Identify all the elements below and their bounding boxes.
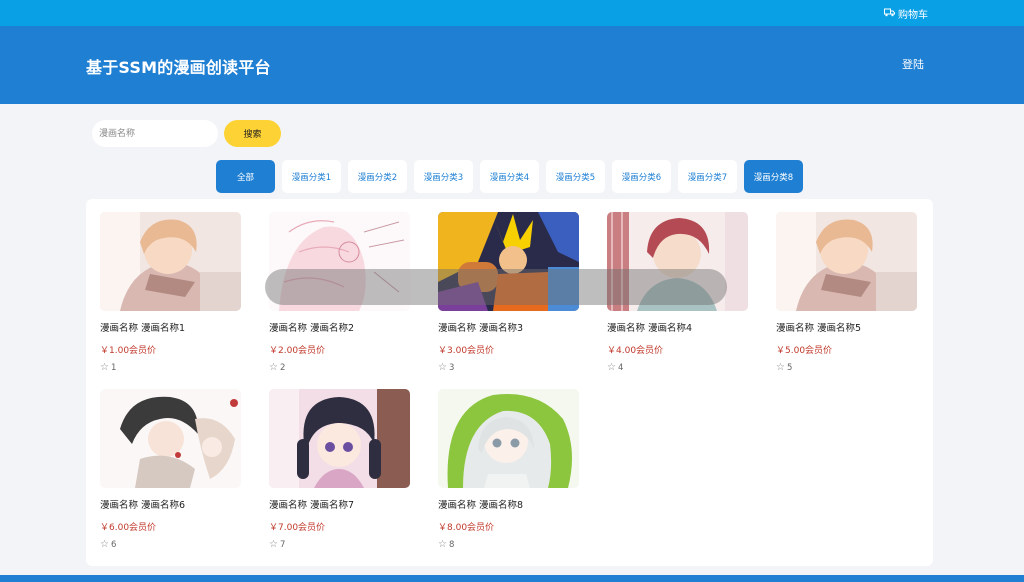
tab-category-7[interactable]: 漫画分类7: [678, 160, 737, 193]
favorite-number: 8: [448, 539, 455, 550]
comic-cover-image: [100, 389, 241, 488]
site-title: 基于SSM的漫画创读平台: [86, 58, 271, 77]
comic-name: 漫画名称 漫画名称3: [438, 323, 524, 334]
comic-name: 漫画名称 漫画名称2: [269, 323, 355, 334]
comic-card[interactable]: 漫画名称 漫画名称1 ￥1.00会员价 ☆ 1: [100, 212, 250, 373]
search-input[interactable]: [92, 120, 218, 147]
comic-price: ￥2.00会员价: [269, 346, 326, 356]
comic-cover-image: [776, 212, 917, 311]
comic-name: 漫画名称 漫画名称4: [607, 323, 693, 334]
tab-category-2[interactable]: 漫画分类2: [348, 160, 407, 193]
comic-name: 漫画名称 漫画名称7: [269, 500, 355, 511]
favorite-number: 2: [279, 362, 286, 373]
favorite-count: ☆ 1: [100, 362, 250, 373]
star-icon[interactable]: ☆: [100, 539, 109, 550]
favorite-count: ☆ 8: [438, 539, 588, 550]
comic-price: ￥8.00会员价: [438, 523, 495, 533]
star-icon[interactable]: ☆: [438, 539, 447, 550]
comic-list-panel: 漫画名称 漫画名称1 ￥1.00会员价 ☆ 1 漫画名称 漫画名称2 ￥2.00会…: [86, 199, 933, 566]
favorite-count: ☆ 7: [269, 539, 419, 550]
comic-name: 漫画名称 漫画名称6: [100, 500, 186, 511]
tab-category-3[interactable]: 漫画分类3: [414, 160, 473, 193]
comic-card[interactable]: 漫画名称 漫画名称6 ￥6.00会员价 ☆ 6: [100, 389, 250, 550]
comic-name: 漫画名称 漫画名称5: [776, 323, 862, 334]
comic-card[interactable]: 漫画名称 漫画名称8 ￥8.00会员价 ☆ 8: [438, 389, 588, 550]
comic-cover-image: [269, 389, 410, 488]
comic-card[interactable]: 漫画名称 漫画名称5 ￥5.00会员价 ☆ 5: [776, 212, 926, 373]
search-button[interactable]: 搜索: [224, 120, 281, 147]
tab-category-4[interactable]: 漫画分类4: [480, 160, 539, 193]
comic-name: 漫画名称 漫画名称1: [100, 323, 186, 334]
comic-name: 漫画名称 漫画名称8: [438, 500, 524, 511]
star-icon[interactable]: ☆: [269, 362, 278, 373]
footer-bar: [0, 575, 1024, 582]
favorite-number: 5: [786, 362, 793, 373]
comic-cover-image: [438, 389, 579, 488]
login-link[interactable]: 登陆: [902, 56, 924, 72]
favorite-number: 3: [448, 362, 455, 373]
favorite-number: 6: [110, 539, 117, 550]
truck-icon: [884, 8, 895, 20]
comic-cover-image: [100, 212, 241, 311]
star-icon[interactable]: ☆: [776, 362, 785, 373]
cart-link[interactable]: 购物车: [884, 6, 928, 21]
comic-price: ￥3.00会员价: [438, 346, 495, 356]
comic-price: ￥1.00会员价: [100, 346, 157, 356]
star-icon[interactable]: ☆: [100, 362, 109, 373]
comic-card[interactable]: 漫画名称 漫画名称7 ￥7.00会员价 ☆ 7: [269, 389, 419, 550]
comic-price: ￥7.00会员价: [269, 523, 326, 533]
tab-category-5[interactable]: 漫画分类5: [546, 160, 605, 193]
cart-label: 购物车: [898, 10, 928, 21]
category-tabs: 全部 漫画分类1 漫画分类2 漫画分类3 漫画分类4 漫画分类5 漫画分类6 漫…: [216, 160, 803, 193]
favorite-count: ☆ 6: [100, 539, 250, 550]
tab-category-8[interactable]: 漫画分类8: [744, 160, 803, 193]
comic-price: ￥6.00会员价: [100, 523, 157, 533]
tab-category-6[interactable]: 漫画分类6: [612, 160, 671, 193]
favorite-count: ☆ 5: [776, 362, 926, 373]
translucent-overlay-bar: [265, 269, 727, 305]
star-icon[interactable]: ☆: [269, 539, 278, 550]
comic-price: ￥5.00会员价: [776, 346, 833, 356]
favorite-number: 4: [617, 362, 624, 373]
comic-price: ￥4.00会员价: [607, 346, 664, 356]
star-icon[interactable]: ☆: [607, 362, 616, 373]
favorite-number: 7: [279, 539, 286, 550]
favorite-count: ☆ 4: [607, 362, 757, 373]
favorite-count: ☆ 3: [438, 362, 588, 373]
top-bar: 购物车: [0, 0, 1024, 26]
tab-all[interactable]: 全部: [216, 160, 275, 193]
tab-category-1[interactable]: 漫画分类1: [282, 160, 341, 193]
favorite-count: ☆ 2: [269, 362, 419, 373]
star-icon[interactable]: ☆: [438, 362, 447, 373]
site-header: 基于SSM的漫画创读平台 登陆: [0, 26, 1024, 104]
favorite-number: 1: [110, 362, 117, 373]
